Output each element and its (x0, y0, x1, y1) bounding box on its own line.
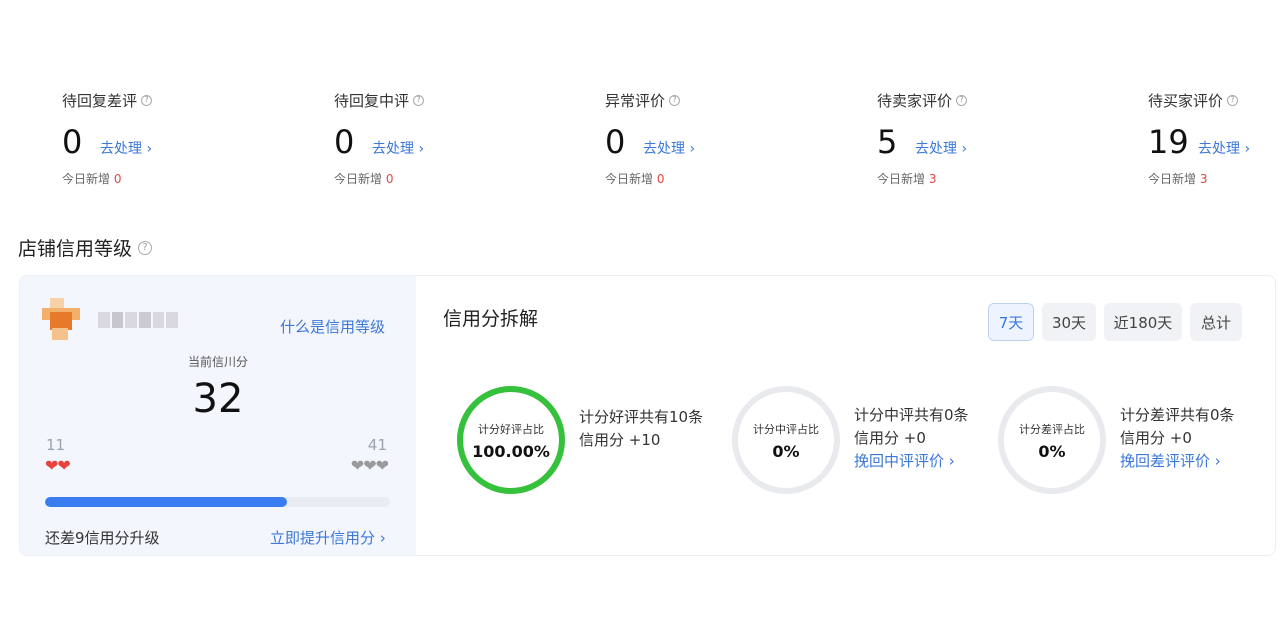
upgrade-hint: 还差9信用分升级 (45, 529, 160, 547)
stat-title: 待卖家评价 (877, 91, 953, 110)
go-process-link[interactable]: 去处理 › (1198, 138, 1250, 158)
go-process-link[interactable]: 去处理 › (100, 138, 152, 158)
stat-title: 待买家评价 (1148, 91, 1224, 110)
heart-red-icon: ❤❤ (45, 456, 71, 475)
ring-chart (998, 386, 1106, 494)
credit-progress-bar (45, 497, 390, 507)
question-circle-icon[interactable]: ? (141, 94, 153, 106)
today-value: 0 (385, 172, 394, 186)
improve-credit-link[interactable]: 立即提升信用分 › (270, 527, 386, 548)
stat-value: 5 (877, 123, 898, 161)
today-value: 3 (1199, 172, 1208, 186)
ring-label: 计分中评占比 (753, 423, 819, 436)
go-process-link[interactable]: 去处理 › (643, 138, 695, 158)
today-label: 今日新增 (1148, 172, 1197, 186)
stat-pending-buyer-review: 待买家评价 ? 19 去处理 › 今日新增 3 (1148, 88, 1278, 187)
section-title-text: 店铺信用等级 (18, 238, 133, 260)
today-label: 今日新增 (877, 172, 926, 186)
credit-progress-fill (45, 497, 287, 507)
today-label: 今日新增 (334, 172, 383, 186)
stat-value: 0 (334, 123, 355, 161)
breakdown-title: 信用分拆解 (443, 308, 539, 330)
shop-name-blurred (98, 312, 179, 328)
level-max: 41 (367, 436, 387, 454)
question-circle-icon[interactable]: ? (413, 94, 425, 106)
ring-desc-line: 信用分 +0 (854, 429, 926, 447)
ring-neutral-desc: 计分中评共有0条 信用分 +0 挽回中评评价 › (854, 404, 969, 473)
ring-negative-desc: 计分差评共有0条 信用分 +0 挽回差评评价 › (1120, 404, 1235, 473)
current-score: 32 (192, 376, 244, 422)
today-value: 0 (113, 172, 122, 186)
ring-desc-line: 计分好评共有10条 (579, 408, 704, 426)
ring-chart (457, 386, 565, 494)
ring-arc (457, 386, 565, 494)
ring-good-ratio: 计分好评占比 100.00% (456, 385, 566, 495)
period-tabs: 7天 30天 近180天 总计 (988, 303, 1242, 341)
tab-7-days[interactable]: 7天 (988, 303, 1034, 341)
ring-value: 0% (772, 442, 800, 461)
tab-180-days[interactable]: 近180天 (1104, 303, 1182, 341)
ring-value: 100.00% (472, 442, 550, 461)
current-score-label: 当前信川分 (187, 355, 248, 369)
ring-label: 计分好评占比 (478, 423, 544, 436)
recover-neutral-link[interactable]: 挽回中评评价 › (854, 450, 969, 473)
tab-30-days[interactable]: 30天 (1042, 303, 1096, 341)
recover-negative-link[interactable]: 挽回差评评价 › (1120, 450, 1235, 473)
credit-card: 什么是信用等级 当前信川分 32 11 41 ❤❤ ❤❤❤ 还差9信用分升级 立… (19, 275, 1276, 556)
stat-title: 异常评价 (605, 91, 666, 110)
section-title: 店铺信用等级 ? (18, 234, 153, 261)
ring-value: 0% (1038, 442, 1066, 461)
stat-value: 0 (62, 123, 83, 161)
stat-pending-neutral: 待回复中评 ? 0 去处理 › 今日新增 0 (334, 88, 574, 187)
level-min: 11 (46, 436, 66, 454)
today-label: 今日新增 (62, 172, 111, 186)
today-value: 0 (656, 172, 665, 186)
ring-desc-line: 信用分 +0 (1120, 429, 1192, 447)
ring-desc-line: 计分中评共有0条 (854, 406, 969, 424)
shop-avatar-icon (42, 298, 80, 340)
today-value: 3 (928, 172, 937, 186)
stat-abnormal-reviews: 异常评价 ? 0 去处理 › 今日新增 0 (605, 88, 845, 187)
stat-pending-negative: 待回复差评 ? 0 去处理 › 今日新增 0 (62, 88, 302, 187)
go-process-link[interactable]: 去处理 › (372, 138, 424, 158)
question-circle-icon[interactable]: ? (669, 94, 681, 106)
credit-level-panel: 什么是信用等级 当前信川分 32 11 41 ❤❤ ❤❤❤ 还差9信用分升级 立… (20, 276, 416, 555)
ring-desc-line: 信用分 +10 (579, 431, 661, 449)
ring-chart (732, 386, 840, 494)
ring-label: 计分差评占比 (1019, 423, 1085, 436)
stat-pending-seller-review: 待卖家评价 ? 5 去处理 › 今日新增 3 (877, 88, 1117, 187)
tab-total[interactable]: 总计 (1190, 303, 1242, 341)
ring-desc-line: 计分差评共有0条 (1120, 406, 1235, 424)
go-process-link[interactable]: 去处理 › (915, 138, 967, 158)
ring-negative-ratio: 计分差评占比 0% (997, 385, 1107, 495)
what-is-credit-link[interactable]: 什么是信用等级 (280, 316, 385, 337)
ring-neutral-ratio: 计分中评占比 0% (731, 385, 841, 495)
heart-grey-icon: ❤❤❤ (350, 456, 389, 475)
question-circle-icon[interactable]: ? (1227, 94, 1239, 106)
question-circle-icon[interactable]: ? (138, 240, 153, 255)
stat-title: 待回复差评 (62, 91, 138, 110)
ring-good-desc: 计分好评共有10条 信用分 +10 (579, 406, 703, 452)
question-circle-icon[interactable]: ? (956, 94, 968, 106)
stats-row: 待回复差评 ? 0 去处理 › 今日新增 0 待回复中评 ? 0 去处理 › 今… (0, 88, 1280, 208)
ring-track (732, 386, 840, 494)
stat-value: 19 (1148, 123, 1189, 161)
stat-title: 待回复中评 (334, 91, 410, 110)
stat-value: 0 (605, 123, 626, 161)
ring-track (998, 386, 1106, 494)
today-label: 今日新增 (605, 172, 654, 186)
